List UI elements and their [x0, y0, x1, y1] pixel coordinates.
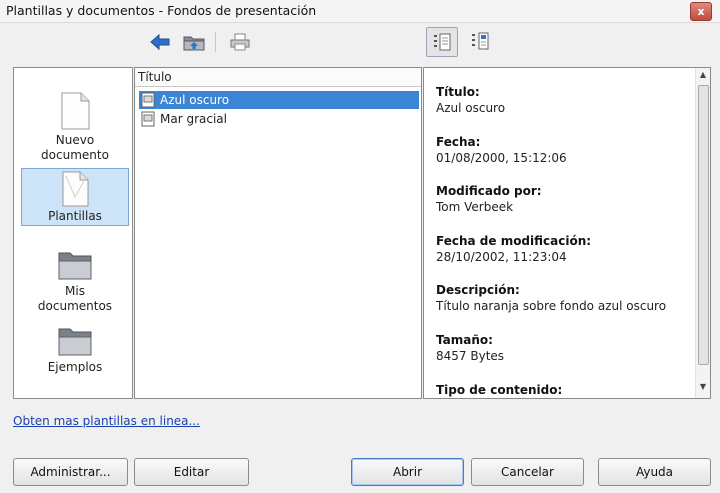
info-size: Tamaño: 8457 Bytes — [436, 333, 504, 363]
category-label: Nuevo — [55, 133, 95, 147]
info-modification-date: Fecha de modificación: 28/10/2002, 11:23… — [436, 234, 591, 264]
back-button[interactable] — [147, 30, 173, 54]
list-item[interactable]: Azul oscuro — [139, 91, 419, 109]
category-my-documents[interactable]: Mis documentos — [21, 250, 129, 322]
administrar-button[interactable]: Administrar... — [13, 458, 128, 486]
list-item[interactable]: Mar gracial — [139, 110, 419, 128]
close-button[interactable]: x — [690, 2, 712, 21]
document-properties-icon — [472, 32, 489, 50]
presentation-file-icon — [141, 111, 155, 127]
info-label: Descripción: — [436, 283, 520, 297]
category-label: Ejemplos — [47, 360, 103, 374]
categories-panel: Nuevo documento Plantillas Mis documento… — [13, 67, 133, 399]
info-label: Fecha de modificación: — [436, 234, 592, 248]
category-label: Mis — [65, 284, 85, 298]
info-value: 01/08/2000, 15:12:06 — [436, 151, 567, 165]
category-label: documento — [41, 148, 109, 162]
window-title: Plantillas y documentos - Fondos de pres… — [6, 3, 317, 18]
folder-up-icon — [183, 36, 205, 51]
info-value: Título naranja sobre fondo azul oscuro — [436, 299, 667, 313]
new-document-icon — [61, 92, 90, 130]
title-bar: Plantillas y documentos - Fondos de pres… — [0, 0, 720, 23]
toolbar-separator — [215, 32, 216, 52]
preview-view-icon — [434, 33, 451, 51]
info-label: Fecha: — [436, 135, 481, 149]
category-examples[interactable]: Ejemplos — [21, 326, 129, 382]
print-button[interactable] — [227, 30, 253, 54]
editar-button[interactable]: Editar — [134, 458, 249, 486]
get-more-templates-link[interactable]: Obten mas plantillas en linea... — [13, 414, 200, 428]
info-content-type: Tipo de contenido: — [436, 383, 563, 398]
info-label: Tamaño: — [436, 333, 493, 347]
document-properties-button[interactable] — [467, 29, 493, 53]
info-label: Modificado por: — [436, 184, 542, 198]
info-value: 28/10/2002, 11:23:04 — [436, 250, 567, 264]
vertical-scrollbar[interactable]: ▲ ▼ — [695, 68, 710, 398]
abrir-button[interactable]: Abrir — [351, 458, 464, 486]
template-list-panel: Título Azul oscuro Mar gracial — [134, 67, 422, 399]
info-value: Tom Verbeek — [436, 200, 514, 214]
presentation-file-icon — [141, 92, 155, 108]
category-new-document[interactable]: Nuevo documento — [21, 92, 129, 168]
ayuda-button[interactable]: Ayuda — [598, 458, 711, 486]
info-date: Fecha: 01/08/2000, 15:12:06 — [436, 135, 567, 165]
print-icon — [230, 33, 250, 51]
document-properties-panel: Título: Azul oscuro Fecha: 01/08/2000, 1… — [423, 67, 711, 399]
scroll-down-icon[interactable]: ▼ — [696, 382, 710, 396]
scroll-up-icon[interactable]: ▲ — [696, 70, 710, 84]
folder-up-button[interactable] — [181, 30, 207, 54]
info-modified-by: Modificado por: Tom Verbeek — [436, 184, 542, 214]
info-value: 8457 Bytes — [436, 349, 505, 363]
info-value: Azul oscuro — [436, 101, 506, 115]
examples-folder-icon — [58, 328, 92, 356]
scrollbar-thumb[interactable] — [698, 85, 709, 365]
cancelar-button[interactable]: Cancelar — [471, 458, 584, 486]
info-label: Título: — [436, 85, 480, 99]
info-title: Título: Azul oscuro — [436, 85, 505, 115]
my-documents-folder-icon — [58, 252, 92, 280]
templates-icon — [62, 171, 89, 207]
list-item-label: Mar gracial — [160, 112, 227, 126]
preview-view-button[interactable] — [426, 27, 458, 57]
info-label: Tipo de contenido: — [436, 383, 563, 397]
info-description: Descripción: Título naranja sobre fondo … — [436, 283, 666, 313]
column-header-title[interactable]: Título — [135, 68, 421, 87]
category-label: documentos — [37, 299, 113, 313]
category-templates[interactable]: Plantillas — [21, 168, 129, 226]
back-arrow-icon — [150, 33, 170, 51]
list-item-label: Azul oscuro — [160, 93, 230, 107]
category-label: Plantillas — [48, 209, 102, 223]
